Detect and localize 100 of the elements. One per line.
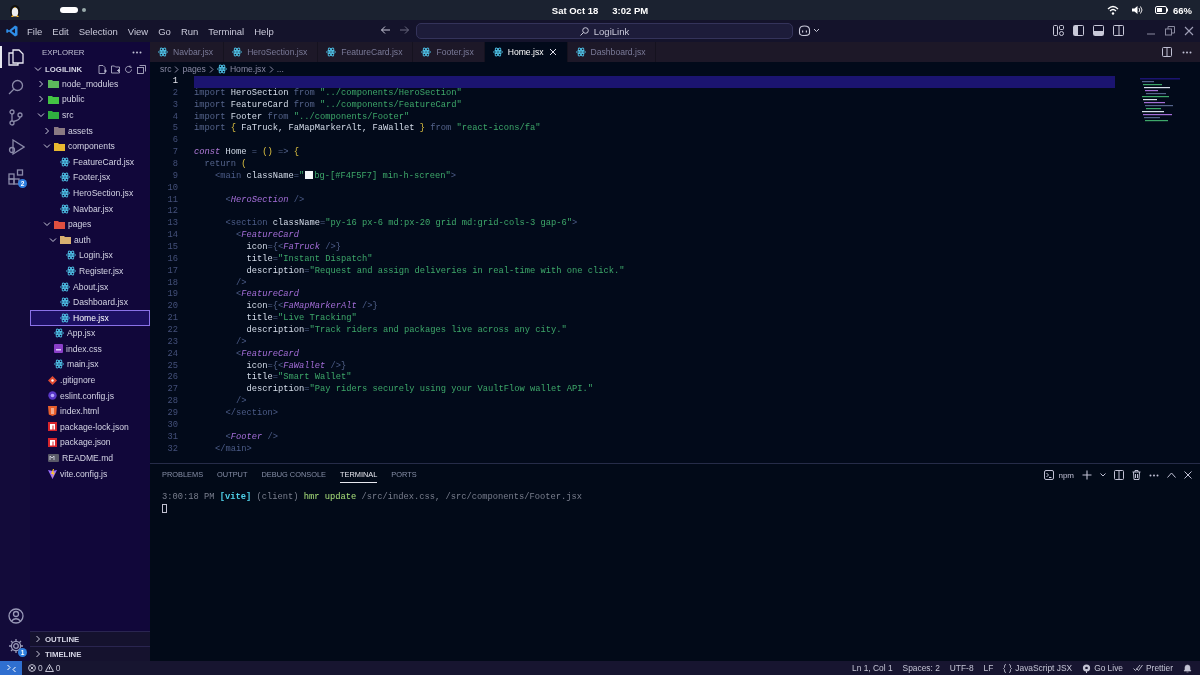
breadcrumb-item[interactable]: pages xyxy=(182,64,206,74)
toggle-secondary-sidebar-icon[interactable] xyxy=(1113,25,1124,36)
tree-source-node[interactable]: FeatureCard.jsx xyxy=(30,153,150,170)
wifi-icon[interactable] xyxy=(1107,5,1119,15)
editor-tab[interactable]: HeroSection.jsx xyxy=(224,42,319,62)
volume-icon[interactable] xyxy=(1131,5,1143,15)
status-item[interactable]: Prettier xyxy=(1133,663,1173,673)
bell-icon[interactable] xyxy=(1183,663,1192,673)
settings-icon[interactable] xyxy=(8,638,24,654)
chevron-icon[interactable] xyxy=(43,220,51,229)
maximize-panel-icon[interactable] xyxy=(1167,472,1176,478)
clock-label[interactable]: 3:02 PM xyxy=(612,4,649,16)
tree-source-node[interactable]: README.md xyxy=(30,450,150,466)
restore-icon[interactable] xyxy=(1165,25,1175,36)
caret-icon[interactable] xyxy=(813,28,820,33)
split-terminal-icon[interactable] xyxy=(1114,470,1124,480)
status-item[interactable]: UTF-8 xyxy=(949,663,974,673)
workspace-indicator[interactable] xyxy=(60,7,78,13)
tree-source-node[interactable]: Footer.jsx xyxy=(30,169,150,186)
tree-source-node[interactable]: vite.config.js xyxy=(30,465,150,482)
menu-item[interactable]: File xyxy=(22,23,48,39)
menu-item[interactable]: View xyxy=(122,23,154,39)
new-folder-icon[interactable] xyxy=(111,64,120,74)
tree-source-node[interactable]: Home.jsx xyxy=(30,309,150,326)
tree-folder-node[interactable]: public xyxy=(30,91,150,108)
chevron-icon[interactable] xyxy=(37,79,45,88)
breadcrumb-item[interactable]: Home.jsx xyxy=(229,64,266,74)
terminal-profile[interactable]: npm xyxy=(1058,470,1074,480)
tree-folder-node[interactable]: node_modules xyxy=(30,76,150,92)
chevron-icon[interactable] xyxy=(34,650,42,658)
caret-icon[interactable] xyxy=(1100,473,1106,477)
chevron-icon[interactable] xyxy=(34,65,42,73)
close-icon[interactable] xyxy=(1184,25,1194,36)
tree-source-node[interactable]: package-lock.json xyxy=(30,419,150,435)
extensions-icon[interactable] xyxy=(8,169,24,185)
breadcrumb-item[interactable]: src xyxy=(160,64,172,74)
command-center-search[interactable]: LogiLink xyxy=(416,23,793,39)
editor-tab[interactable]: Home.jsx xyxy=(484,42,568,62)
chevron-icon[interactable] xyxy=(37,111,45,119)
menu-item[interactable]: Help xyxy=(249,23,279,39)
collapse-all-icon[interactable] xyxy=(137,64,146,74)
date-label[interactable]: Sat Oct 18 xyxy=(551,4,599,16)
refresh-icon[interactable] xyxy=(124,64,133,74)
breadcrumb-item[interactable]: ... xyxy=(276,64,284,74)
chevron-icon[interactable] xyxy=(49,235,57,244)
files-icon[interactable] xyxy=(8,48,24,66)
menu-item[interactable]: Selection xyxy=(73,23,123,39)
menu-item[interactable]: Terminal xyxy=(203,23,250,39)
chevron-icon[interactable] xyxy=(43,142,51,151)
layout-icon[interactable] xyxy=(1053,25,1064,36)
more-icon[interactable] xyxy=(1149,473,1159,477)
tree-folder-node[interactable]: pages xyxy=(30,216,150,232)
editor-tab[interactable]: Dashboard.jsx xyxy=(567,42,657,62)
tree-source-node[interactable]: Register.jsx xyxy=(30,263,150,279)
tree-source-node[interactable]: Dashboard.jsx xyxy=(30,294,150,310)
tree-source-node[interactable]: App.jsx xyxy=(30,325,150,342)
tree-source-node[interactable]: index.css xyxy=(30,341,150,357)
toggle-panel-icon[interactable] xyxy=(1093,25,1104,36)
menu-item[interactable]: Edit xyxy=(47,23,74,39)
tree-source-node[interactable]: .gitignore xyxy=(30,372,150,388)
editor-tab[interactable]: FeatureCard.jsx xyxy=(318,42,414,62)
chevron-icon[interactable] xyxy=(37,95,45,104)
tree-source-node[interactable]: main.jsx xyxy=(30,356,150,373)
chevron-icon[interactable] xyxy=(34,635,42,643)
back-arrow-icon[interactable] xyxy=(380,25,391,35)
problems-indicator[interactable]: 0 0 xyxy=(22,663,67,673)
battery-icon[interactable] xyxy=(1155,6,1168,14)
tree-folder-node[interactable]: assets xyxy=(30,122,150,139)
tree-source-node[interactable]: index.html xyxy=(30,403,150,420)
menu-item[interactable]: Run xyxy=(175,23,204,39)
more-icon[interactable] xyxy=(132,50,142,54)
status-item[interactable]: Ln 1, Col 1 xyxy=(852,663,893,673)
more-icon[interactable] xyxy=(1182,50,1192,54)
penguin-icon[interactable] xyxy=(8,2,22,18)
tree-folder-node[interactable]: components xyxy=(30,138,150,154)
run-debug-icon[interactable] xyxy=(7,139,25,155)
account-icon[interactable] xyxy=(8,608,24,624)
terminal-icon[interactable] xyxy=(1044,470,1055,480)
tree-source-node[interactable]: About.jsx xyxy=(30,278,150,295)
toggle-sidebar-icon[interactable] xyxy=(1073,25,1084,36)
editor-tab[interactable]: Footer.jsx xyxy=(413,42,485,62)
add-icon[interactable] xyxy=(1082,470,1092,480)
new-file-icon[interactable] xyxy=(98,64,107,74)
code-editor-logo-icon[interactable] xyxy=(6,25,18,37)
trash-icon[interactable] xyxy=(1132,470,1141,480)
status-item[interactable]: Spaces: 2 xyxy=(902,663,940,673)
tree-folder-node[interactable]: src xyxy=(30,107,150,123)
branch-icon[interactable] xyxy=(9,108,23,126)
status-item[interactable]: Go Live xyxy=(1082,663,1123,673)
status-item[interactable]: JavaScript JSX xyxy=(1003,663,1073,673)
tree-source-node[interactable]: HeroSection.jsx xyxy=(30,185,150,201)
close-icon[interactable] xyxy=(1184,471,1192,479)
status-item[interactable]: LF xyxy=(983,663,994,673)
tree-folder-node[interactable]: auth xyxy=(30,231,150,248)
editor-tab[interactable]: Navbar.jsx xyxy=(150,42,225,62)
tree-source-node[interactable]: package.json xyxy=(30,434,150,451)
split-editor-icon[interactable] xyxy=(1162,47,1172,57)
tree-source-node[interactable]: eslint.config.js xyxy=(30,387,150,404)
tree-source-node[interactable]: Login.jsx xyxy=(30,247,150,264)
search-icon[interactable] xyxy=(8,79,24,95)
